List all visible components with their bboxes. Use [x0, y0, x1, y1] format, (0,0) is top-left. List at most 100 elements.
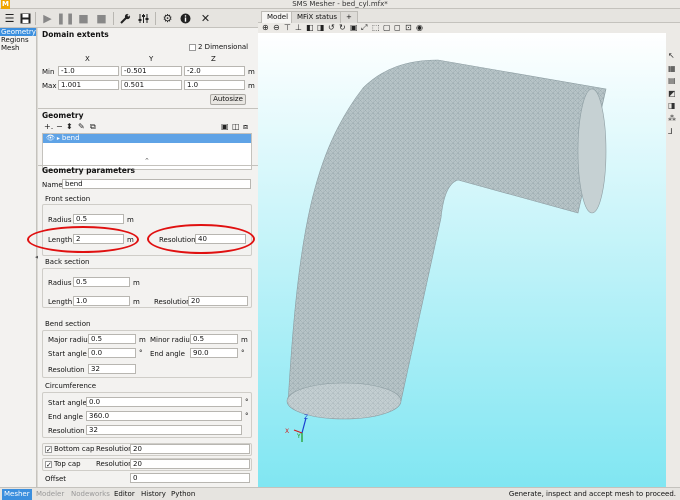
bend-start-angle-field[interactable]: 0.0: [88, 348, 136, 358]
bend-end-angle-label: End angle: [150, 350, 185, 358]
remove-geometry-icon[interactable]: −: [56, 122, 63, 131]
max-y-field[interactable]: 0.501: [121, 80, 182, 90]
rotate-left-icon[interactable]: ↺: [328, 23, 335, 33]
pointer-icon[interactable]: ↖: [668, 51, 675, 60]
top-cap-resolution-label: Resolution: [96, 460, 133, 468]
close-icon[interactable]: ✕: [198, 11, 213, 26]
gear-icon[interactable]: ⚙: [160, 11, 175, 26]
move-geometry-icon[interactable]: ⬍: [66, 122, 73, 131]
mode-tab-mesher[interactable]: Mesher: [2, 489, 32, 500]
section-nav: Geometry Regions Mesh: [0, 28, 37, 487]
tab-model[interactable]: Model: [261, 11, 295, 23]
mode-tab-nodeworks[interactable]: Nodeworks: [69, 489, 112, 500]
camera-icon[interactable]: ▣: [350, 23, 358, 33]
nav-item-regions[interactable]: Regions: [0, 36, 36, 44]
circ-start-angle-unit: °: [245, 398, 249, 406]
bottom-cap-checkbox[interactable]: ✓: [45, 446, 52, 454]
top-cap-resolution-field[interactable]: 20: [130, 459, 250, 469]
region-icon[interactable]: ◩: [668, 89, 676, 98]
two-dimensional-checkbox[interactable]: [189, 44, 196, 51]
back-radius-field[interactable]: 0.5: [73, 277, 130, 287]
sliders-icon[interactable]: [136, 11, 151, 26]
view-back-icon[interactable]: ⊖: [273, 23, 280, 33]
wrench-icon[interactable]: [118, 11, 133, 26]
rotate-right-icon[interactable]: ↻: [339, 23, 346, 33]
axes-icon[interactable]: ⅃: [668, 127, 672, 136]
3d-viewport[interactable]: Z X Y: [258, 33, 666, 487]
layers-icon[interactable]: ▤: [668, 76, 676, 85]
top-cap-checkbox[interactable]: ✓: [45, 461, 52, 469]
view-bottom-icon[interactable]: ⊥: [295, 23, 302, 33]
splitter[interactable]: [38, 108, 258, 109]
union-icon[interactable]: ▣: [221, 122, 229, 131]
autosize-button[interactable]: Autosize: [210, 94, 246, 105]
front-radius-label: Radius: [48, 216, 72, 224]
visibility-icon[interactable]: ◉: [416, 23, 423, 33]
mode-tab-python[interactable]: Python: [169, 489, 197, 500]
bend-resolution-field[interactable]: 32: [88, 364, 136, 374]
bottom-cap-resolution-field[interactable]: 20: [130, 444, 250, 454]
mode-tab-history[interactable]: History: [139, 489, 168, 500]
minor-radius-field[interactable]: 0.5: [190, 334, 238, 344]
run-icon[interactable]: ▶: [40, 11, 55, 26]
back-length-field[interactable]: 1.0: [73, 296, 130, 306]
max-x-field[interactable]: 1.001: [58, 80, 119, 90]
stop-icon[interactable]: ■: [76, 11, 91, 26]
visibility-eye-icon[interactable]: 👁: [46, 134, 55, 143]
cube-icon[interactable]: ◻: [394, 23, 401, 33]
save-icon[interactable]: [18, 11, 33, 26]
tab-add[interactable]: +: [340, 11, 358, 23]
bend-end-angle-field[interactable]: 90.0: [190, 348, 238, 358]
back-length-label: Length: [48, 298, 73, 306]
view-right-icon[interactable]: ◨: [317, 23, 325, 33]
intersect-icon[interactable]: ◫: [232, 122, 240, 131]
copy-geometry-icon[interactable]: ⧉: [90, 122, 96, 131]
major-radius-field[interactable]: 0.5: [88, 334, 136, 344]
circ-start-angle-field[interactable]: 0.0: [86, 397, 242, 407]
reset-icon[interactable]: ■: [94, 11, 109, 26]
view-front-icon[interactable]: ⊕: [262, 23, 269, 33]
app-logo-icon: M: [1, 0, 10, 9]
circ-end-angle-field[interactable]: 360.0: [86, 411, 242, 421]
domain-extents-title: Domain extents: [42, 30, 109, 39]
max-z-field[interactable]: 1.0: [184, 80, 245, 90]
expand-arrow-icon[interactable]: ▸: [57, 134, 60, 143]
perspective-icon[interactable]: ⬚: [372, 23, 380, 33]
view-toolbar: ⊕ ⊖ ⊤ ⊥ ◧ ◨ ↺ ↻ ▣ ⤢ ⬚ ▢ ◻ ⊡ ◉: [258, 23, 680, 33]
edit-geometry-icon[interactable]: ✎: [78, 122, 85, 131]
mode-tab-modeler[interactable]: Modeler: [34, 489, 66, 500]
window-titlebar: SMS Mesher - bed_cyl.mfx*: [0, 0, 680, 9]
pause-icon[interactable]: ❚❚: [56, 11, 74, 26]
difference-icon[interactable]: ⧈: [243, 122, 248, 131]
front-radius-field[interactable]: 0.5: [73, 214, 124, 224]
tab-mfix-status[interactable]: MFiX status: [291, 11, 344, 23]
view-top-icon[interactable]: ⊤: [284, 23, 291, 33]
nav-item-geometry[interactable]: Geometry: [0, 28, 36, 36]
axis-x-label: X: [85, 55, 90, 63]
name-field[interactable]: bend: [62, 179, 251, 189]
min-y-field[interactable]: -0.501: [121, 66, 182, 76]
circ-resolution-field[interactable]: 32: [86, 425, 242, 435]
splitter-handle-icon[interactable]: ⌃: [144, 157, 150, 165]
geometry-list-item[interactable]: 👁 ▸ bend: [43, 134, 251, 143]
cylinder-icon[interactable]: ⊡: [405, 23, 412, 33]
mode-tab-editor[interactable]: Editor: [112, 489, 137, 500]
min-z-field[interactable]: -2.0: [184, 66, 245, 76]
view-left-icon[interactable]: ◧: [306, 23, 314, 33]
grid-icon[interactable]: ▦: [668, 64, 676, 73]
min-x-field[interactable]: -1.0: [58, 66, 119, 76]
add-geometry-icon[interactable]: +.: [44, 122, 53, 131]
box-icon[interactable]: ▢: [383, 23, 391, 33]
menu-icon[interactable]: ☰: [2, 11, 17, 26]
circumference-title: Circumference: [45, 382, 97, 390]
fit-icon[interactable]: ⤢: [361, 23, 367, 33]
nav-item-mesh[interactable]: Mesh: [0, 44, 36, 52]
particles-icon[interactable]: ⁂: [668, 114, 676, 123]
window-title: SMS Mesher - bed_cyl.mfx*: [292, 0, 388, 8]
display-icon[interactable]: ◨: [668, 101, 676, 110]
offset-field[interactable]: 0: [130, 473, 250, 483]
back-radius-unit: m: [133, 279, 140, 287]
info-icon[interactable]: [178, 11, 193, 26]
bend-start-angle-label: Start angle: [48, 350, 87, 358]
back-resolution-field[interactable]: 20: [188, 296, 248, 306]
